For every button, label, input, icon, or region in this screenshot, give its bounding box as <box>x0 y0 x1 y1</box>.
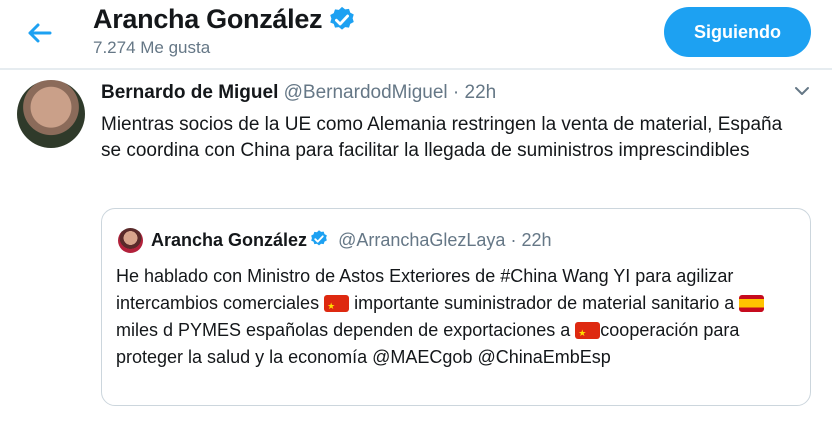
dot-separator: · <box>452 82 460 103</box>
dot-separator: · <box>510 230 517 250</box>
verified-badge-icon <box>311 230 327 246</box>
tweet-menu-button[interactable] <box>792 84 812 98</box>
quoted-avatar <box>118 228 143 253</box>
verified-badge-icon <box>329 6 354 30</box>
tweet-time[interactable]: 22h <box>465 82 497 103</box>
quoted-tweet-time: 22h <box>521 230 552 250</box>
quoted-tweet-text: He hablado con Ministro de Astos Exterio… <box>116 263 796 371</box>
header-divider <box>0 68 832 70</box>
arrow-left-icon <box>28 23 52 43</box>
likes-count: 7.274 Me gusta <box>93 38 211 57</box>
china-flag-icon <box>575 322 601 339</box>
avatar[interactable] <box>17 80 85 148</box>
quoted-author-handle: @ArranchaGlezLaya <box>338 230 506 250</box>
author-handle[interactable]: @BernardodMiguel <box>284 82 448 103</box>
back-button[interactable] <box>22 18 56 48</box>
quoted-text-segment: miles d PYMES españolas dependen de expo… <box>116 320 576 340</box>
tweet-header: Bernardo de Miguel @BernardodMiguel · 22… <box>101 82 496 104</box>
chevron-down-icon <box>795 87 809 95</box>
quoted-tweet[interactable]: Arancha González @ArranchaGlezLaya · 22h… <box>101 208 811 406</box>
profile-title: Arancha González <box>93 4 323 34</box>
quoted-text-segment: importante suministrador de material san… <box>349 293 740 313</box>
profile-title-row: Arancha González <box>93 4 357 35</box>
china-flag-icon <box>324 295 350 312</box>
author-name[interactable]: Bernardo de Miguel <box>101 82 278 103</box>
quoted-author-name: Arancha González <box>151 230 308 250</box>
quoted-tweet-header: Arancha González @ArranchaGlezLaya · 22h <box>151 229 552 251</box>
profile-header: Arancha González 7.274 Me gusta Siguiend… <box>0 0 832 68</box>
following-button[interactable]: Siguiendo <box>664 7 811 57</box>
tweet-text: Mientras socios de la UE como Alemania r… <box>101 114 783 161</box>
spain-flag-icon <box>739 295 765 312</box>
